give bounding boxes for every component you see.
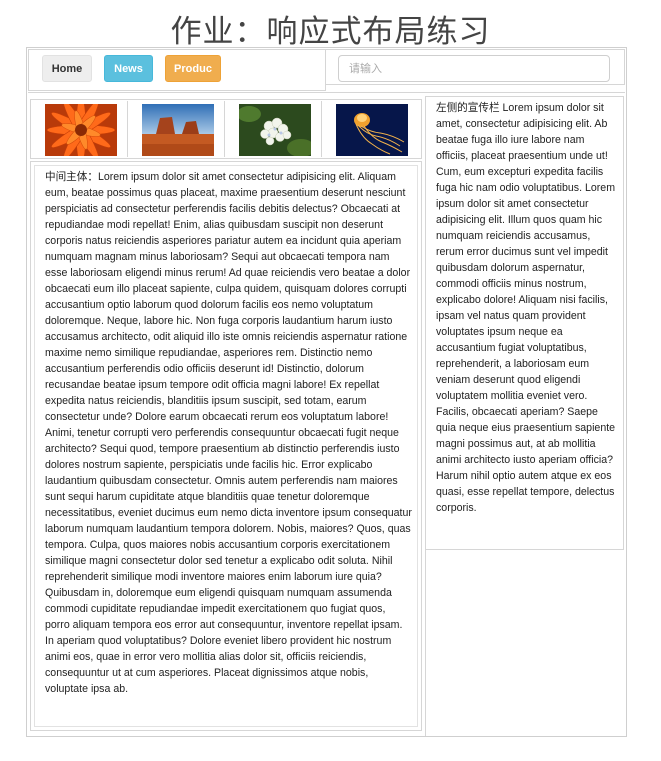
sidebar-divider [425,550,426,736]
gallery-item [323,101,419,157]
main-content: 中间主体：Lorem ipsum dolor sit amet consecte… [30,161,422,731]
search-input[interactable] [338,55,610,82]
gallery-item [226,101,322,157]
jellyfish-image [336,104,408,156]
desert-butte-image [142,104,214,156]
main-text: 中间主体：Lorem ipsum dolor sit amet consecte… [34,165,418,727]
gallery-item [32,101,128,157]
sidebar: 左侧的宣传栏 Lorem ipsum dolor sit amet, conse… [425,96,624,550]
page-title: 作业：响应式布局练习 [170,14,491,50]
gallery-item [129,101,225,157]
home-button[interactable]: Home [42,55,92,82]
white-hydrangea-image [239,104,311,156]
page-container: Home News Produc 请输入 中间主体：Lorem ipsum do… [26,47,627,737]
header-divider [28,92,625,93]
nav-bar: Home News Produc [28,49,326,91]
products-button[interactable]: Produc [165,55,221,82]
sidebar-text: 左侧的宣传栏 Lorem ipsum dolor sit amet, conse… [436,102,616,514]
search-bar [326,49,625,85]
image-gallery [30,99,422,159]
news-button[interactable]: News [104,55,153,82]
orange-flower-image [45,104,117,156]
